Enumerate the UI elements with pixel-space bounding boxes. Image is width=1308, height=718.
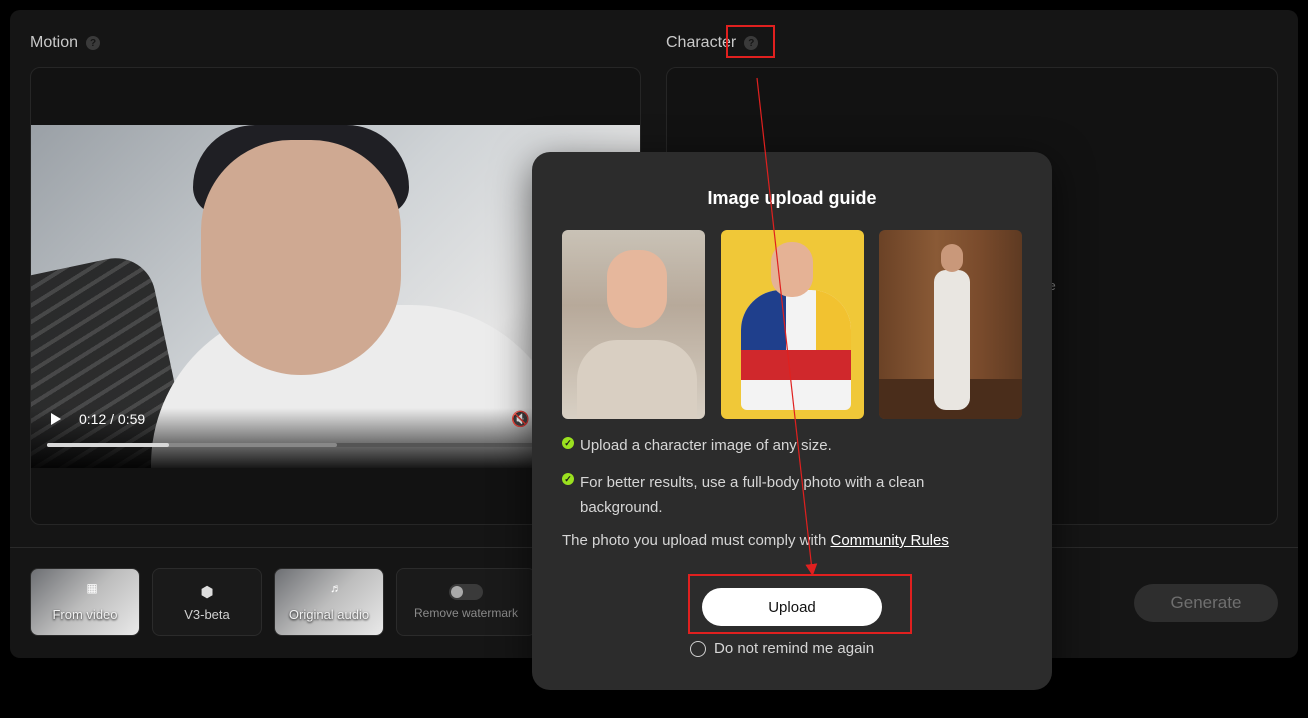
play-icon[interactable]	[51, 413, 61, 425]
check-icon: ✓	[562, 473, 574, 485]
sample-image-half-body	[721, 230, 864, 419]
comply-text: The photo you upload must comply with Co…	[562, 532, 949, 549]
image-icon: ▦	[86, 581, 98, 595]
from-video-label: From video	[52, 607, 118, 622]
original-audio-option[interactable]: ♬ Original audio	[274, 568, 384, 636]
from-video-option[interactable]: ▦ From video	[30, 568, 140, 636]
watermark-toggle[interactable]	[449, 584, 483, 600]
remove-watermark-label: Remove watermark	[413, 606, 519, 620]
question-circle-icon[interactable]: ?	[86, 36, 101, 50]
model-label: V3-beta	[184, 606, 230, 622]
tip-1: Upload a character image of any size.	[580, 437, 832, 454]
model-option[interactable]: ⬢ V3-beta	[152, 568, 262, 636]
modal-title: Image upload guide	[707, 188, 877, 208]
remind-label: Do not remind me again	[714, 640, 875, 657]
video-frame-face	[201, 140, 401, 375]
check-icon: ✓	[562, 437, 574, 449]
original-audio-label: Original audio	[288, 607, 370, 622]
community-rules-link[interactable]: Community Rules	[830, 532, 948, 549]
motion-title-label: Motion	[30, 34, 79, 51]
tip-2: For better results, use a full-body phot…	[580, 474, 925, 516]
motion-title: Motion ?	[30, 34, 101, 52]
generate-button[interactable]: Generate	[1134, 584, 1278, 622]
remove-watermark-option[interactable]: Remove watermark	[396, 568, 536, 636]
audio-wave-icon: ♬	[330, 581, 342, 595]
do-not-remind-option[interactable]: Do not remind me again	[690, 640, 874, 657]
sample-image-portrait	[562, 230, 705, 419]
cube-icon: ⬢	[200, 583, 214, 601]
comply-label: The photo you upload must comply with	[562, 532, 827, 549]
annotation-highlight-upload	[688, 574, 912, 634]
annotation-highlight-help	[726, 25, 775, 58]
radio-button[interactable]	[690, 640, 706, 657]
video-time: 0:12 / 0:59	[79, 411, 146, 427]
video-played-bar	[47, 443, 169, 447]
sample-image-full-body	[879, 230, 1022, 419]
mute-icon[interactable]: 🔇	[511, 410, 530, 428]
